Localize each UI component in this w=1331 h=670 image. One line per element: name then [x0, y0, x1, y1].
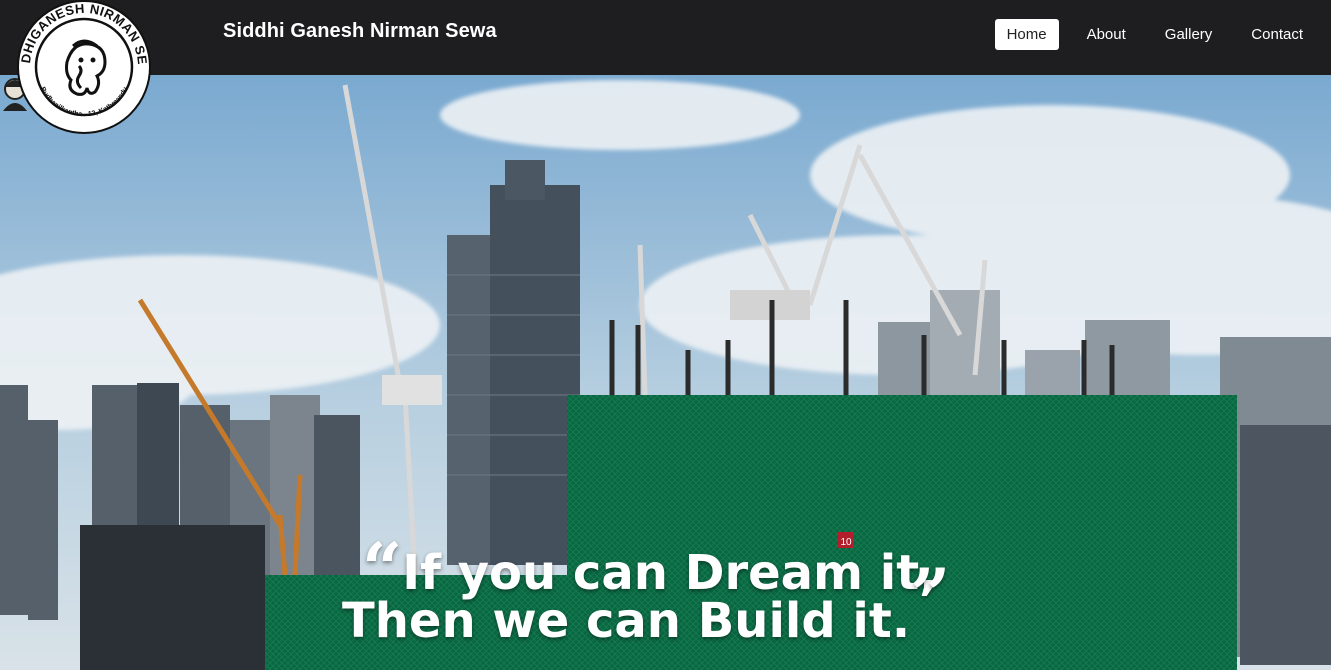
navbar: SIDDHIGANESH NIRMAN SEWA Budhanilkantha … [0, 0, 1331, 134]
hero-line-2-text: Then we can Build it. [342, 593, 911, 649]
hero-banner: 10 “If you can Dream it, Then we can Bui… [0, 75, 1331, 670]
nav-gallery[interactable]: Gallery [1165, 26, 1213, 43]
nav-home[interactable]: Home [994, 18, 1059, 50]
nav-about[interactable]: About [1087, 26, 1126, 43]
close-quote-mark: ” [910, 553, 951, 636]
hero-quote-line-2: Then we can Build it.” [342, 553, 1331, 654]
company-logo[interactable]: SIDDHIGANESH NIRMAN SEWA Budhanilkantha … [9, 0, 153, 134]
main-nav: Home About Gallery Contact [994, 18, 1331, 50]
nav-contact[interactable]: Contact [1251, 26, 1303, 43]
brand-name[interactable]: Siddhi Ganesh Nirman Sewa [223, 20, 497, 43]
